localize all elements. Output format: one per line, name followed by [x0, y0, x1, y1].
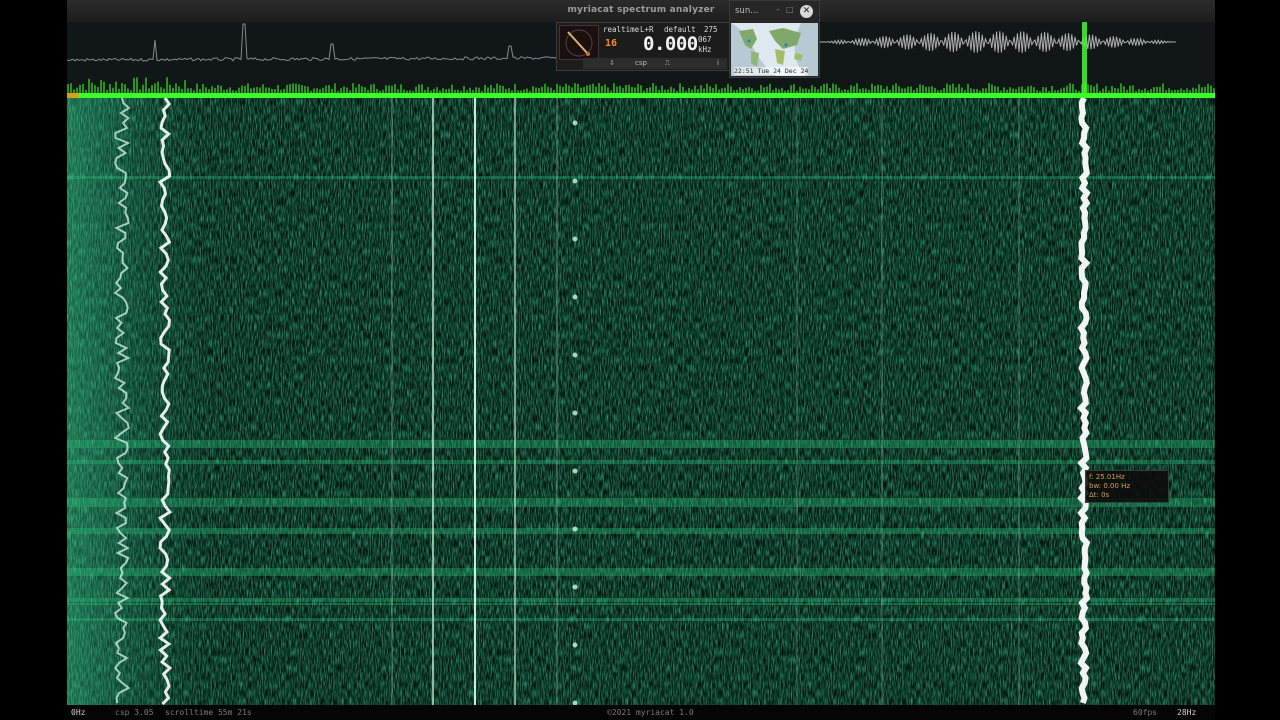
- status-bar: 0Hz csp 3.05 scrolltime 55m 21s ©2021 my…: [67, 705, 1215, 720]
- info-button[interactable]: i: [717, 59, 719, 67]
- sun-minimize-button[interactable]: –: [776, 5, 780, 14]
- daylight-world-map: 22:51 Tue 24 Dec 24: [731, 23, 818, 76]
- level-needle-gauge: [559, 25, 599, 60]
- freq-end-label: 28Hz: [1177, 708, 1197, 717]
- sun-close-button[interactable]: ✕: [800, 5, 813, 18]
- cursor-tooltip: f: 25.01Hz bw: 0.00 Hz Δt: 0s: [1085, 470, 1169, 503]
- sun-maximize-button[interactable]: □: [786, 5, 794, 14]
- csp-button[interactable]: csp: [635, 59, 647, 67]
- fps-status: 60fps: [1133, 708, 1158, 717]
- tooltip-frequency: f: 25.01Hz: [1089, 473, 1125, 481]
- tooltip-bandwidth: bw: 0.00 Hz: [1089, 482, 1131, 490]
- sun-time-label: 22:51 Tue 24 Dec 24: [734, 67, 809, 75]
- csp-status: csp 3.05: [115, 708, 154, 717]
- sun-window-title: sun...: [735, 6, 759, 16]
- unit-label: kHz: [698, 45, 712, 54]
- copyright-label: ©2021 myriacat 1.0: [607, 708, 694, 717]
- sun-window[interactable]: sun... – □ ✕ 22:51 Tue 24 Dec 24: [729, 0, 820, 78]
- waterfall-spectrogram[interactable]: f: 25.01Hz bw: 0.00 Hz Δt: 0s: [67, 98, 1215, 705]
- scrolltime-status: scrolltime 55m 21s: [165, 708, 252, 717]
- readout-sub: 067: [698, 35, 712, 44]
- meter-widget[interactable]: realtime L+R default 275 16 0.000 067 kH…: [556, 22, 730, 71]
- pulse-button[interactable]: ⎍: [665, 59, 670, 68]
- download-button[interactable]: ⇩: [609, 59, 615, 67]
- tooltip-time: Δt: 0s: [1089, 491, 1110, 499]
- frequency-readout: 0.000: [643, 33, 698, 55]
- title-bar[interactable]: myriacat spectrum analyzer: [67, 0, 1215, 23]
- small-digit-display: 16: [605, 38, 618, 49]
- freq-start-label: 0Hz: [71, 708, 86, 717]
- spectrum-analyzer-window: myriacat spectrum analyzer realtime L+R …: [66, 0, 1215, 720]
- count-label: 275: [704, 25, 718, 34]
- meter-button-row: ⇩ csp ⎍ i: [583, 58, 727, 69]
- waterfall-graph: [67, 98, 1215, 705]
- window-title: myriacat spectrum analyzer: [567, 5, 715, 15]
- mode-label[interactable]: realtime: [603, 25, 639, 34]
